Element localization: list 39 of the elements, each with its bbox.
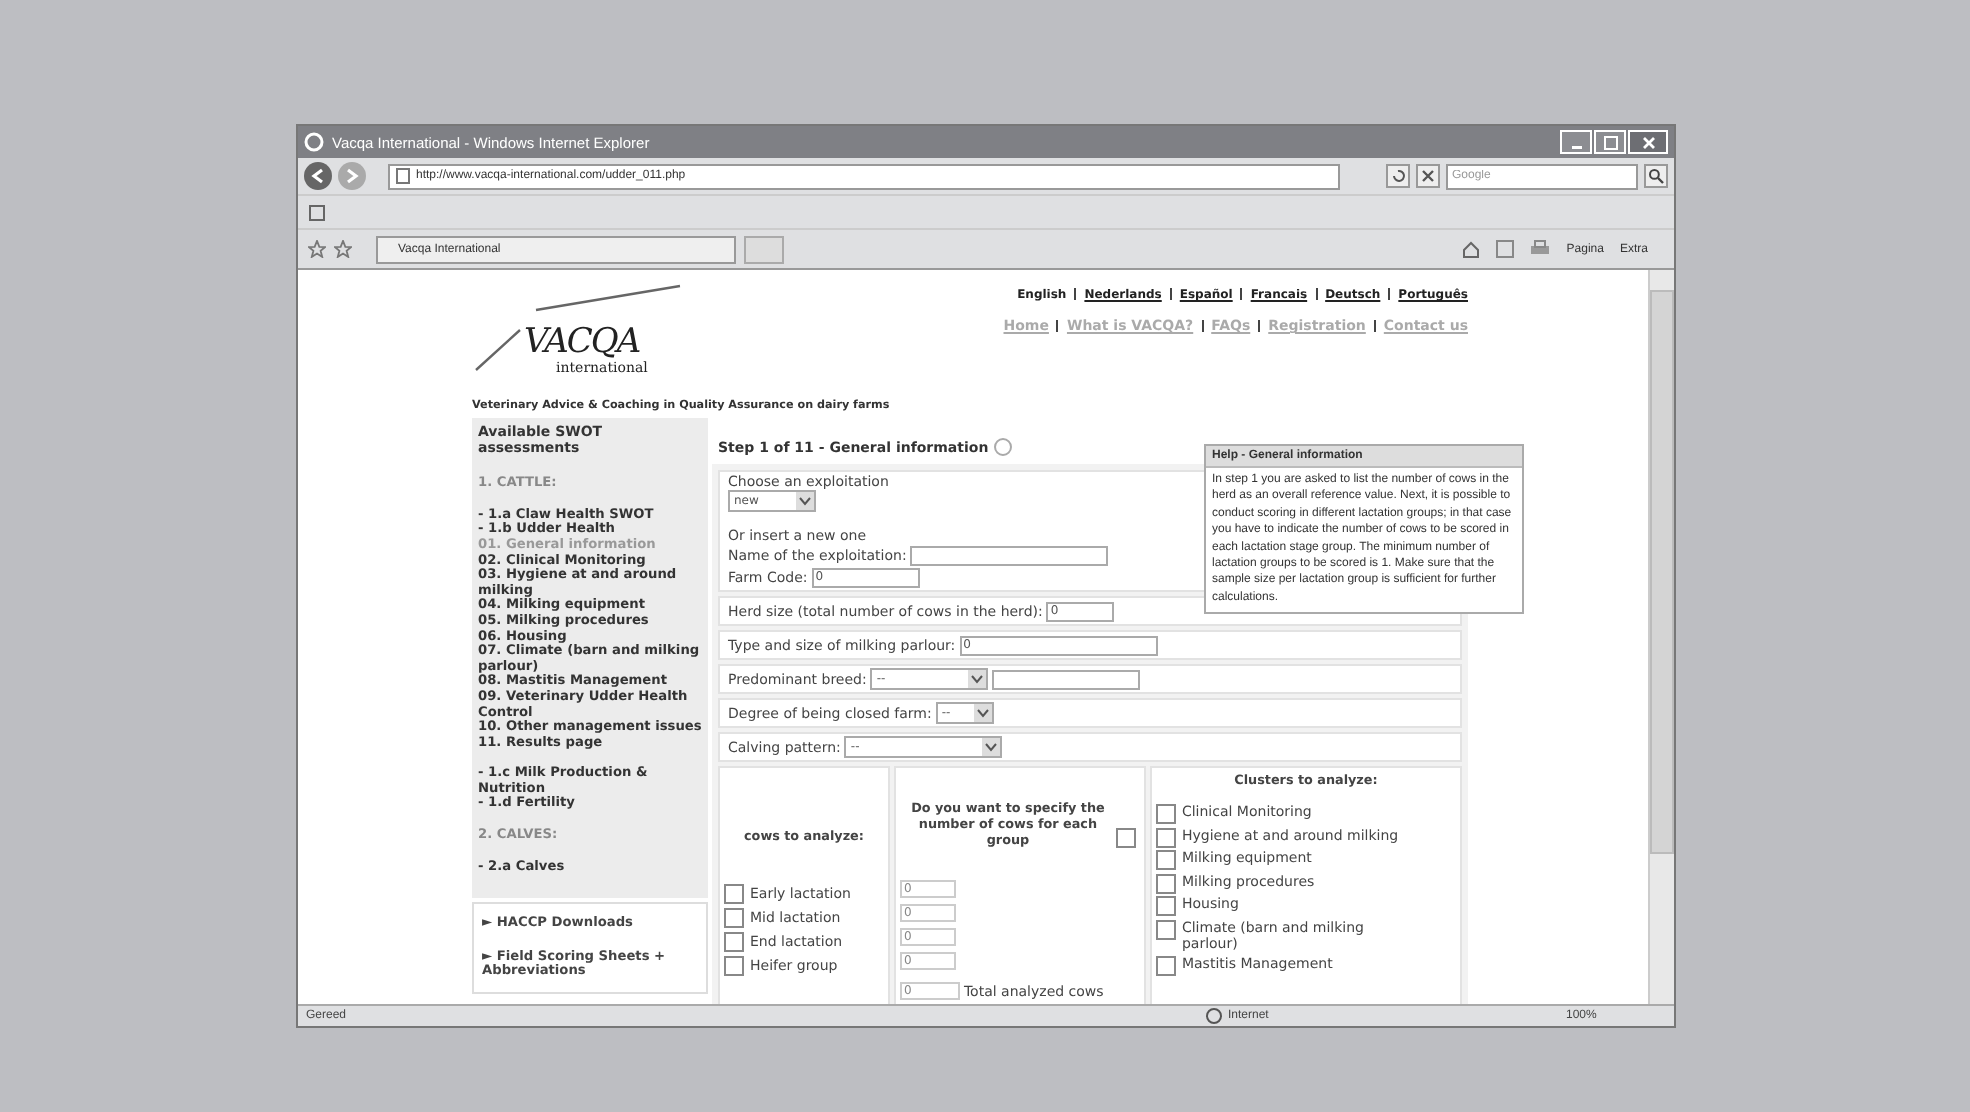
help-icon[interactable] <box>994 438 1013 456</box>
checkbox[interactable] <box>1155 873 1176 893</box>
back-button[interactable] <box>304 162 332 190</box>
stop-icon <box>1420 168 1436 184</box>
dropdown-caret-icon <box>796 492 814 510</box>
search-button[interactable] <box>1644 164 1668 188</box>
checkbox[interactable] <box>724 908 744 928</box>
browser-logo-icon <box>304 132 324 152</box>
checkbox[interactable] <box>1155 804 1176 824</box>
vertical-scrollbar[interactable] <box>1648 270 1674 1004</box>
checkbox[interactable] <box>1155 850 1176 870</box>
minimize-button[interactable] <box>1560 130 1592 154</box>
search-icon <box>1648 168 1664 184</box>
checkbox[interactable] <box>1115 828 1136 848</box>
breed-field[interactable] <box>992 669 1141 689</box>
add-favorite-icon[interactable] <box>334 240 352 258</box>
checkbox[interactable] <box>724 956 744 976</box>
checkbox[interactable] <box>724 884 744 904</box>
page-icon <box>396 168 410 184</box>
checkbox[interactable] <box>1155 896 1176 916</box>
star-icon[interactable] <box>308 240 326 258</box>
globe-icon <box>1206 1008 1222 1024</box>
refresh-button[interactable] <box>1386 164 1410 188</box>
close-button[interactable] <box>1628 130 1668 154</box>
refresh-icon <box>1390 168 1406 184</box>
name-field[interactable] <box>910 545 1109 565</box>
dropdown-caret-icon <box>982 738 1001 756</box>
maximize-button[interactable] <box>1594 130 1626 154</box>
dropdown-caret-icon <box>968 670 987 688</box>
checkbox[interactable] <box>724 932 744 952</box>
close-icon <box>1641 135 1655 149</box>
dropdown-caret-icon <box>973 704 992 722</box>
printer-icon[interactable] <box>1530 240 1551 258</box>
stop-button[interactable] <box>1416 164 1440 188</box>
checkbox[interactable] <box>1155 827 1176 847</box>
checkbox[interactable] <box>1155 919 1176 939</box>
checkbox[interactable] <box>1155 956 1176 976</box>
maximize-icon <box>1603 135 1617 149</box>
home-icon[interactable] <box>1462 240 1481 258</box>
